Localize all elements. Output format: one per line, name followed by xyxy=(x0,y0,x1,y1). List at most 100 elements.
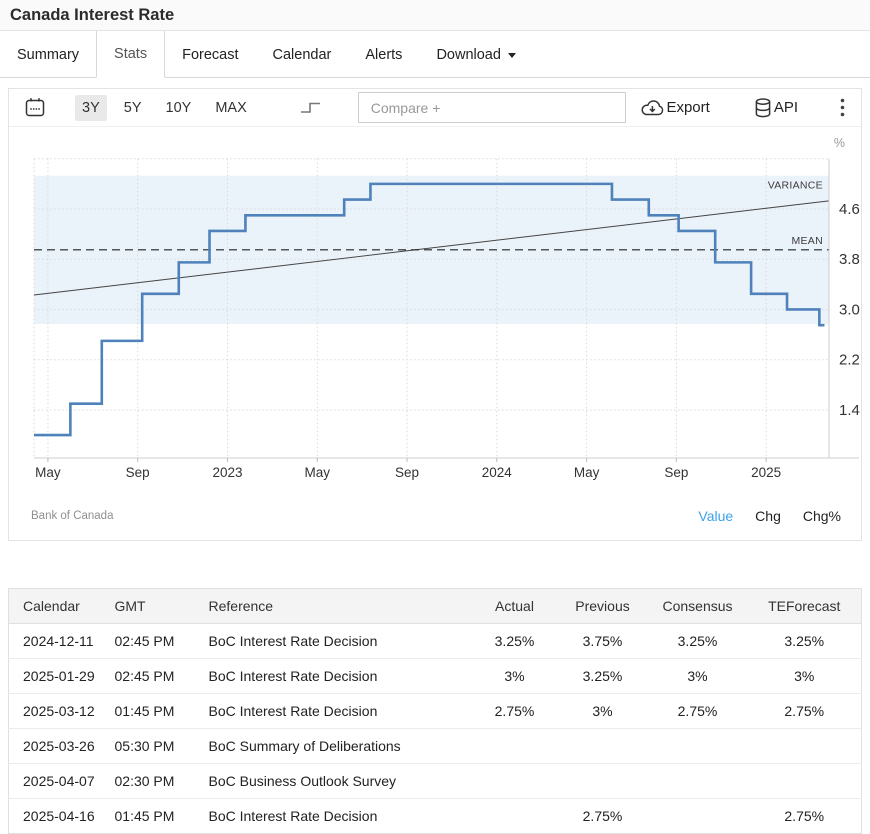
cell-previous: 3.25% xyxy=(558,659,648,694)
table-row[interactable]: 2025-01-2902:45 PMBoC Interest Rate Deci… xyxy=(9,659,862,694)
column-header-gmt: GMT xyxy=(115,589,209,624)
tab-bar: Summary Stats Forecast Calendar Alerts Downlo… xyxy=(0,31,870,78)
y-tick-label: 3.0 xyxy=(839,301,860,318)
column-header-actual: Actual xyxy=(472,589,558,624)
x-tick-label: May xyxy=(35,465,61,480)
cell-reference: BoC Interest Rate Decision xyxy=(209,624,472,659)
tab-label: Summary xyxy=(17,47,79,63)
link-value[interactable]: Value xyxy=(698,508,733,524)
cell-calendar: 2025-01-29 xyxy=(9,659,115,694)
variance-label: VARIANCE xyxy=(768,180,823,192)
mean-label: MEAN xyxy=(791,235,823,247)
tab-download[interactable]: Download xyxy=(419,31,533,78)
column-header-reference: Reference xyxy=(209,589,472,624)
date-range-calendar-button[interactable] xyxy=(23,96,47,120)
chart-footer: Bank of Canada Value Chg Chg% xyxy=(9,497,861,540)
cloud-download-icon xyxy=(639,98,666,118)
link-chgpct[interactable]: Chg% xyxy=(803,508,841,524)
caret-down-icon xyxy=(508,53,516,58)
cell-calendar: 2025-04-07 xyxy=(9,764,115,799)
cell-consensus: 2.75% xyxy=(648,694,748,729)
tab-label: Alerts xyxy=(365,47,402,63)
tab-label: Forecast xyxy=(182,47,238,63)
range-max-button[interactable]: MAX xyxy=(208,95,253,121)
table-row[interactable]: 2025-04-1601:45 PMBoC Interest Rate Deci… xyxy=(9,799,862,834)
chart-source: Bank of Canada xyxy=(31,510,113,522)
step-line-style-button[interactable] xyxy=(300,100,322,116)
cell-consensus xyxy=(648,764,748,799)
cell-gmt: 02:30 PM xyxy=(115,764,209,799)
more-options-button[interactable] xyxy=(838,96,847,119)
tab-stats[interactable]: Stats xyxy=(96,31,165,78)
export-button[interactable]: Export xyxy=(639,98,709,118)
cell-reference: BoC Summary of Deliberations xyxy=(209,729,472,764)
cell-teforecast: 3.25% xyxy=(748,624,862,659)
cell-gmt: 01:45 PM xyxy=(115,799,209,834)
tab-label: Download xyxy=(436,47,501,63)
x-tick-label: May xyxy=(574,465,600,480)
cell-teforecast xyxy=(748,764,862,799)
range-3y-button[interactable]: 3Y xyxy=(75,95,107,121)
cell-previous xyxy=(558,764,648,799)
table-row[interactable]: 2024-12-1102:45 PMBoC Interest Rate Deci… xyxy=(9,624,862,659)
chart-panel: 3Y 5Y 10Y MAX Export API xyxy=(8,88,862,541)
column-header-calendar: Calendar xyxy=(9,589,115,624)
y-tick-label: 1.4 xyxy=(839,402,860,419)
api-button[interactable]: API xyxy=(752,97,798,119)
compare-input[interactable] xyxy=(358,92,626,123)
cell-actual: 3% xyxy=(472,659,558,694)
chart-area[interactable]: % MaySep2023MaySep2024MaySep20254.63.83.… xyxy=(9,127,861,497)
rate-chart: MaySep2023MaySep2024MaySep20254.63.83.02… xyxy=(9,147,861,487)
cell-consensus xyxy=(648,799,748,834)
cell-consensus: 3.25% xyxy=(648,624,748,659)
cell-actual: 2.75% xyxy=(472,694,558,729)
table-row[interactable]: 2025-04-0702:30 PMBoC Business Outlook S… xyxy=(9,764,862,799)
column-header-teforecast: TEForecast xyxy=(748,589,862,624)
tab-alerts[interactable]: Alerts xyxy=(348,31,419,78)
range-selector: 3Y 5Y 10Y MAX xyxy=(75,95,254,121)
y-tick-label: 3.8 xyxy=(839,251,860,268)
cell-previous: 2.75% xyxy=(558,799,648,834)
cell-gmt: 02:45 PM xyxy=(115,624,209,659)
calendar-table: CalendarGMTReferenceActualPreviousConsen… xyxy=(8,588,862,834)
title-bar: Canada Interest Rate xyxy=(0,0,870,31)
x-tick-label: Sep xyxy=(664,465,688,480)
y-tick-label: 2.2 xyxy=(839,352,860,369)
cell-gmt: 02:45 PM xyxy=(115,659,209,694)
tab-forecast[interactable]: Forecast xyxy=(165,31,255,78)
kebab-menu-icon xyxy=(840,98,845,117)
tab-summary[interactable]: Summary xyxy=(0,31,96,78)
cell-actual: 3.25% xyxy=(472,624,558,659)
cell-previous xyxy=(558,729,648,764)
step-line-icon xyxy=(300,100,322,116)
cell-reference: BoC Business Outlook Survey xyxy=(209,764,472,799)
chart-toolbar: 3Y 5Y 10Y MAX Export API xyxy=(9,89,861,127)
cell-gmt: 01:45 PM xyxy=(115,694,209,729)
tab-calendar[interactable]: Calendar xyxy=(256,31,349,78)
cell-teforecast: 2.75% xyxy=(748,694,862,729)
link-chg[interactable]: Chg xyxy=(755,508,781,524)
tab-label: Calendar xyxy=(273,47,332,63)
cell-reference: BoC Interest Rate Decision xyxy=(209,799,472,834)
table-row[interactable]: 2025-03-2605:30 PMBoC Summary of Deliber… xyxy=(9,729,862,764)
tab-label: Stats xyxy=(114,46,147,62)
range-5y-button[interactable]: 5Y xyxy=(117,95,149,121)
cell-actual xyxy=(472,729,558,764)
x-tick-label: 2024 xyxy=(482,465,513,480)
cell-calendar: 2025-03-12 xyxy=(9,694,115,729)
database-icon xyxy=(752,97,774,119)
cell-calendar: 2025-04-16 xyxy=(9,799,115,834)
cell-calendar: 2025-03-26 xyxy=(9,729,115,764)
column-header-previous: Previous xyxy=(558,589,648,624)
calendar-icon xyxy=(23,96,47,120)
page-title: Canada Interest Rate xyxy=(10,6,174,25)
cell-actual xyxy=(472,764,558,799)
cell-reference: BoC Interest Rate Decision xyxy=(209,694,472,729)
x-tick-label: Sep xyxy=(395,465,419,480)
table-row[interactable]: 2025-03-1201:45 PMBoC Interest Rate Deci… xyxy=(9,694,862,729)
cell-previous: 3% xyxy=(558,694,648,729)
cell-actual xyxy=(472,799,558,834)
range-10y-button[interactable]: 10Y xyxy=(159,95,199,121)
x-tick-label: May xyxy=(304,465,330,480)
cell-teforecast: 3% xyxy=(748,659,862,694)
